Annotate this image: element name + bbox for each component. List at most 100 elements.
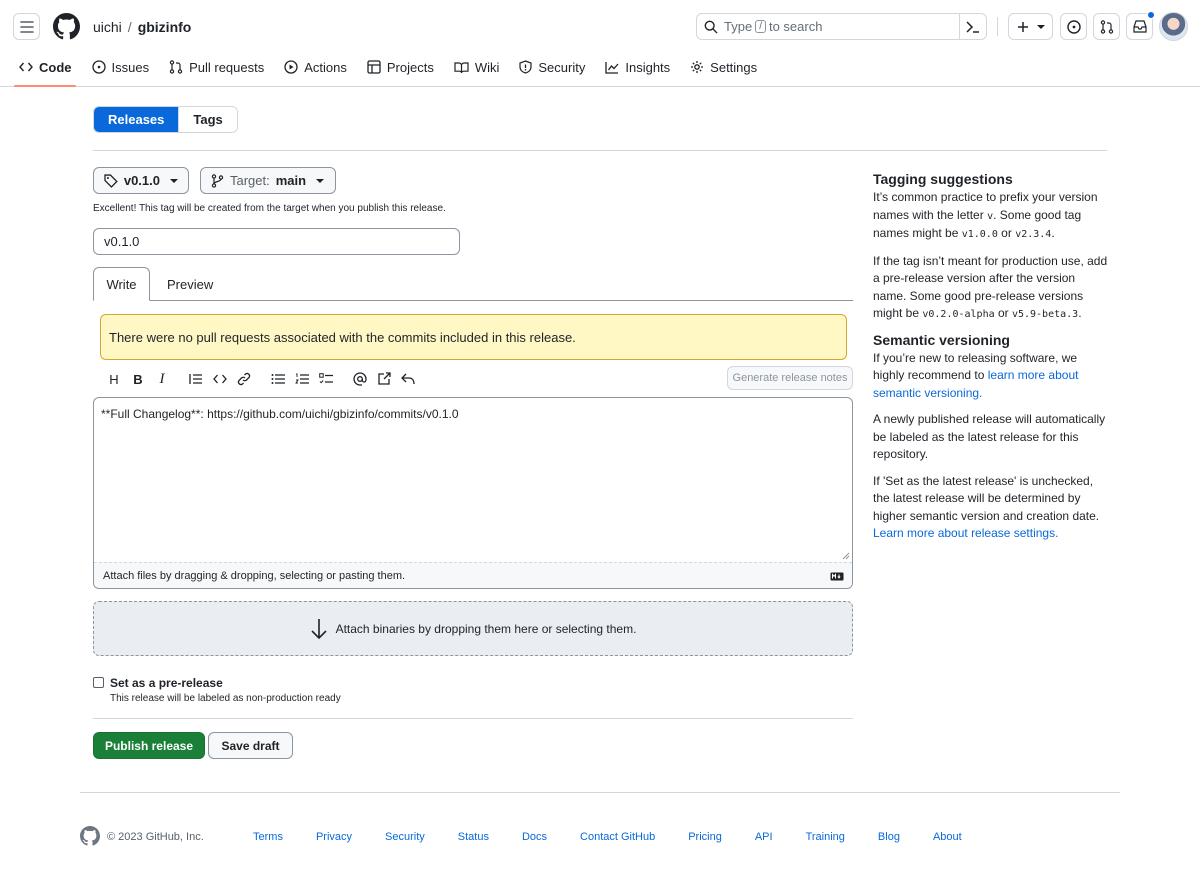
prerelease-label[interactable]: Set as a pre-release: [110, 676, 223, 690]
search-placeholder-suffix: to search: [768, 19, 823, 34]
quote-button[interactable]: [184, 369, 208, 389]
chevron-down-icon: [170, 178, 178, 183]
prerelease-checkbox[interactable]: [93, 677, 104, 688]
breadcrumb-separator: /: [127, 19, 132, 35]
saved-replies-button[interactable]: [396, 369, 420, 389]
hamburger-icon: [19, 20, 34, 33]
target-picker-button[interactable]: Target: main: [200, 167, 336, 194]
command-palette-button[interactable]: [959, 14, 986, 39]
github-mark-icon[interactable]: [80, 826, 100, 846]
semantic-versioning-title: Semantic versioning: [873, 331, 1010, 348]
breadcrumb-repo[interactable]: gbizinfo: [138, 19, 192, 35]
footer-link-docs[interactable]: Docs: [522, 831, 547, 843]
task-list-icon: [319, 373, 333, 384]
tab-issues-label: Issues: [111, 59, 150, 75]
tab-projects[interactable]: Projects: [357, 55, 444, 79]
semver-paragraph-3: If 'Set as the latest release' is unchec…: [873, 473, 1100, 541]
footer-link-pricing[interactable]: Pricing: [688, 831, 722, 843]
reference-button[interactable]: [372, 369, 396, 389]
bold-icon: B: [133, 371, 143, 387]
tagging-suggestions-title: Tagging suggestions: [873, 171, 1013, 187]
breadcrumb: uichi / gbizinfo: [93, 19, 191, 35]
attach-files-bar[interactable]: Attach files by dragging & dropping, sel…: [94, 562, 852, 588]
pull-requests-button[interactable]: [1093, 13, 1120, 40]
heading-button[interactable]: H: [102, 369, 126, 389]
issue-icon: [1066, 19, 1081, 34]
github-logo-icon[interactable]: [53, 13, 80, 40]
footer-link-training[interactable]: Training: [806, 831, 845, 843]
footer-link-privacy[interactable]: Privacy: [316, 831, 352, 843]
tab-wiki[interactable]: Wiki: [444, 55, 510, 79]
footer-link-blog[interactable]: Blog: [878, 831, 900, 843]
generate-release-notes-button[interactable]: Generate release notes: [727, 366, 853, 390]
quote-icon: [189, 374, 202, 384]
avatar[interactable]: [1159, 12, 1188, 41]
save-draft-button[interactable]: Save draft: [208, 732, 293, 759]
tab-projects-label: Projects: [386, 59, 434, 75]
semver-paragraph-2: A newly published release will automatic…: [873, 412, 1106, 461]
notification-dot: [1147, 11, 1155, 19]
global-header: uichi / gbizinfo Type / to search Code I…: [0, 0, 1200, 87]
footer-link-terms[interactable]: Terms: [253, 831, 283, 843]
binaries-drop-zone[interactable]: Attach binaries by dropping them here or…: [93, 601, 853, 656]
release-body-textarea[interactable]: **Full Changelog**: https://github.com/u…: [93, 397, 853, 589]
tag-picker-button[interactable]: v0.1.0: [93, 167, 189, 194]
tab-actions-label: Actions: [304, 59, 347, 75]
play-icon: [284, 60, 298, 74]
footer-link-api[interactable]: API: [755, 831, 773, 843]
tab-pull-requests[interactable]: Pull requests: [159, 55, 274, 79]
footer-link-security[interactable]: Security: [385, 831, 425, 843]
terminal-icon: [966, 20, 979, 33]
tab-preview[interactable]: Preview: [167, 267, 213, 301]
tab-write[interactable]: Write: [93, 267, 150, 301]
reply-icon: [401, 373, 415, 385]
footer-link-about[interactable]: About: [933, 831, 962, 843]
tagging-paragraph-1: It’s common practice to prefix your vers…: [873, 190, 1098, 240]
active-tab-indicator: [14, 85, 76, 87]
unordered-list-button[interactable]: [266, 369, 290, 389]
tab-insights[interactable]: Insights: [595, 55, 680, 79]
release-settings-link[interactable]: Learn more about release settings.: [873, 526, 1058, 540]
tab-code[interactable]: Code: [0, 55, 82, 79]
branch-icon: [211, 173, 224, 188]
issues-button[interactable]: [1060, 13, 1087, 40]
code-button[interactable]: [208, 369, 232, 389]
markdown-icon: [830, 572, 844, 581]
search-input[interactable]: Type / to search: [696, 13, 987, 40]
task-list-button[interactable]: [314, 369, 338, 389]
footer-link-contact[interactable]: Contact GitHub: [580, 831, 655, 843]
footer-links: Terms Privacy Security Status Docs Conta…: [253, 831, 962, 843]
bold-button[interactable]: B: [126, 369, 150, 389]
tab-actions[interactable]: Actions: [274, 55, 357, 79]
releases-tab[interactable]: Releases: [94, 107, 179, 132]
link-button[interactable]: [232, 369, 256, 389]
search-icon: [704, 20, 718, 33]
menu-button[interactable]: [13, 13, 40, 40]
tags-tab[interactable]: Tags: [178, 107, 237, 132]
plus-icon: [1017, 21, 1028, 32]
link-icon: [237, 372, 251, 386]
pull-request-icon: [169, 60, 183, 74]
breadcrumb-owner[interactable]: uichi: [93, 19, 122, 35]
tagging-paragraph-2: If the tag isn’t meant for production us…: [873, 253, 1108, 321]
tab-settings[interactable]: Settings: [680, 55, 767, 79]
target-value: main: [275, 173, 307, 188]
unordered-list-icon: [271, 374, 285, 384]
tab-security-label: Security: [538, 59, 586, 75]
table-icon: [367, 60, 381, 74]
tab-security[interactable]: Security: [509, 55, 595, 79]
tab-settings-label: Settings: [710, 59, 758, 75]
resize-handle-icon[interactable]: [842, 552, 850, 560]
italic-button[interactable]: I: [150, 369, 174, 389]
mention-button[interactable]: [348, 369, 372, 389]
code-icon: [213, 374, 227, 384]
pull-request-icon: [1100, 19, 1113, 34]
tab-issues[interactable]: Issues: [82, 55, 160, 79]
publish-release-button[interactable]: Publish release: [93, 732, 205, 759]
footer-link-status[interactable]: Status: [458, 831, 489, 843]
create-new-button[interactable]: [1008, 13, 1053, 40]
ordered-list-icon: [295, 373, 309, 384]
no-pull-requests-warning: There were no pull requests associated w…: [100, 314, 847, 360]
release-title-input[interactable]: v0.1.0: [93, 228, 460, 255]
ordered-list-button[interactable]: [290, 369, 314, 389]
